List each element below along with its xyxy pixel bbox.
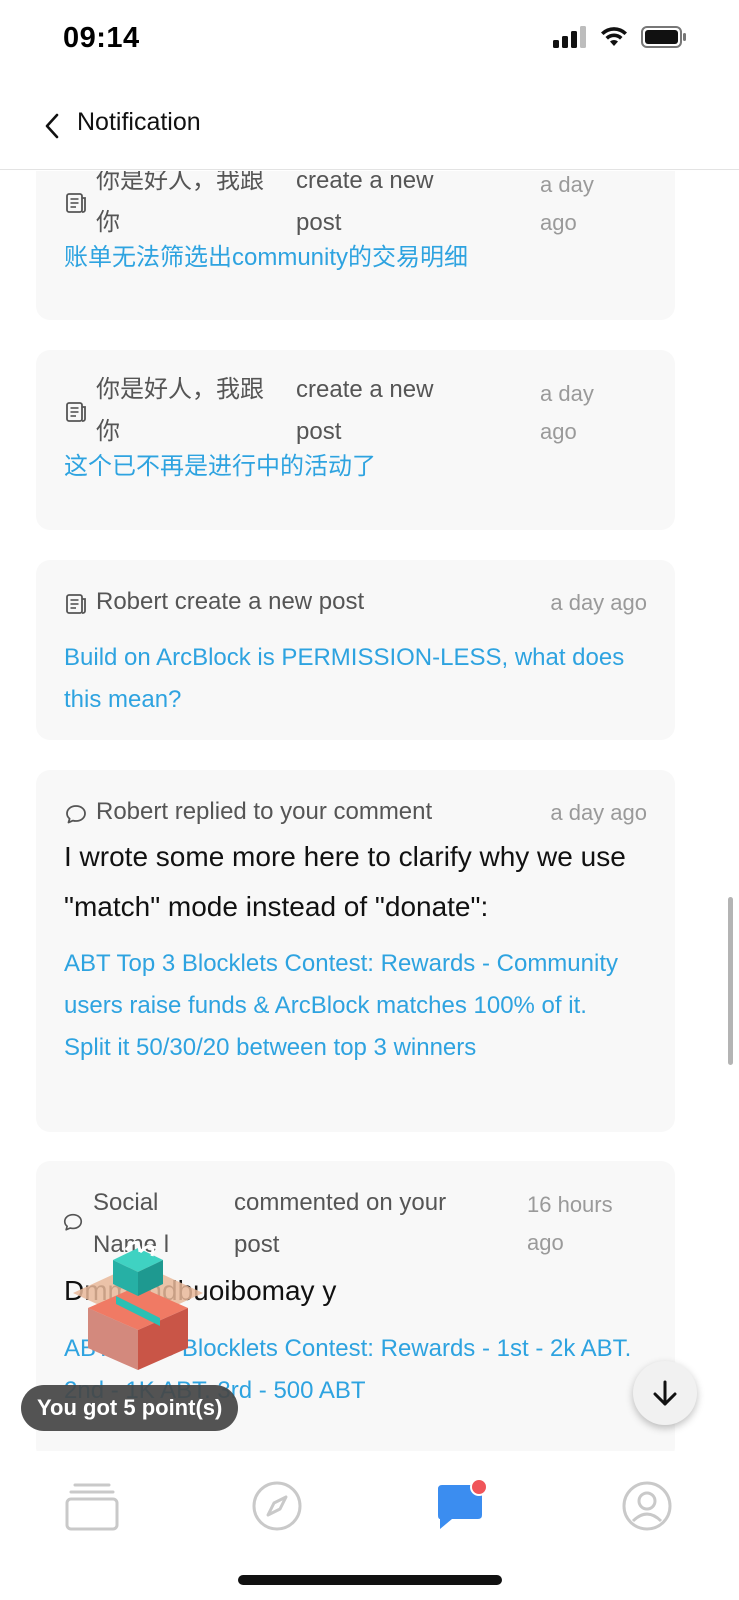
notification-card[interactable]: 你是好人，我跟你 create a new post a day ago 这个已… bbox=[36, 350, 675, 530]
points-toast: You got 5 point(s) bbox=[21, 1385, 239, 1431]
notification-time: a day ago bbox=[550, 590, 647, 615]
notification-card[interactable]: Robert replied to your comment a day ago… bbox=[36, 770, 675, 1132]
cellular-signal-icon bbox=[553, 26, 586, 48]
post-link[interactable]: ABT Top 3 Blocklets Contest: Rewards - C… bbox=[64, 943, 634, 1069]
comment-body: I wrote some more here to clarify why we… bbox=[64, 841, 626, 922]
post-link[interactable]: Build on ArcBlock is PERMISSION-LESS, wh… bbox=[64, 637, 634, 721]
post-icon bbox=[66, 594, 86, 614]
status-time: 09:14 bbox=[63, 22, 140, 54]
explore-compass-icon bbox=[252, 1481, 302, 1531]
tab-profile[interactable] bbox=[617, 1476, 677, 1536]
notification-actor[interactable]: Robert bbox=[96, 588, 168, 615]
post-icon bbox=[66, 402, 86, 422]
notification-card[interactable]: 你是好人，我跟你 create a new post a day ago 账单无… bbox=[36, 171, 675, 320]
top-app-bar: Notification bbox=[0, 80, 739, 170]
cards-icon bbox=[65, 1483, 119, 1531]
post-icon bbox=[66, 193, 86, 213]
battery-icon bbox=[641, 26, 686, 48]
notification-actor[interactable]: 你是好人，我跟你 bbox=[96, 369, 276, 453]
wifi-icon bbox=[601, 27, 627, 46]
notification-time: 16 hours ago bbox=[527, 1192, 613, 1255]
status-icons bbox=[553, 26, 687, 48]
notification-actor[interactable]: 你是好人，我跟你 bbox=[96, 171, 276, 244]
back-button[interactable] bbox=[36, 108, 68, 144]
notification-chat-icon bbox=[438, 1479, 488, 1529]
notification-time: a day ago bbox=[550, 800, 647, 825]
scrollbar[interactable] bbox=[728, 897, 733, 1065]
notification-summary: Robert replied to your comment bbox=[96, 791, 536, 833]
scroll-to-bottom-button[interactable] bbox=[633, 1361, 697, 1425]
page-title: Notification bbox=[77, 108, 201, 136]
gift-box-icon bbox=[73, 1241, 203, 1370]
tab-explore[interactable] bbox=[247, 1476, 307, 1536]
notification-action: commented on your post bbox=[234, 1189, 447, 1258]
profile-icon bbox=[622, 1481, 672, 1531]
tab-notifications[interactable] bbox=[432, 1476, 492, 1536]
comment-icon bbox=[63, 1213, 83, 1231]
notification-action: replied to your comment bbox=[174, 798, 433, 825]
arrow-down-icon bbox=[653, 1380, 677, 1406]
notification-summary: Robert create a new post bbox=[96, 581, 536, 623]
status-bar: 09:14 bbox=[0, 0, 739, 80]
notification-time: a day ago bbox=[540, 381, 594, 444]
notification-action: create a new post bbox=[296, 171, 434, 236]
home-indicator[interactable] bbox=[238, 1575, 502, 1585]
tab-cards[interactable] bbox=[62, 1476, 122, 1536]
notification-time: a day ago bbox=[540, 172, 594, 235]
post-link[interactable]: 账单无法筛选出community的交易明细 bbox=[64, 237, 644, 279]
notification-card[interactable]: Robert create a new post a day ago Build… bbox=[36, 560, 675, 740]
notification-actor[interactable]: Robert bbox=[96, 798, 168, 825]
chevron-left-icon bbox=[45, 113, 59, 139]
comment-icon bbox=[66, 805, 86, 824]
notification-action: create a new post bbox=[296, 376, 434, 445]
post-link[interactable]: 这个已不再是进行中的活动了 bbox=[64, 446, 644, 488]
notification-action: create a new post bbox=[174, 588, 365, 615]
